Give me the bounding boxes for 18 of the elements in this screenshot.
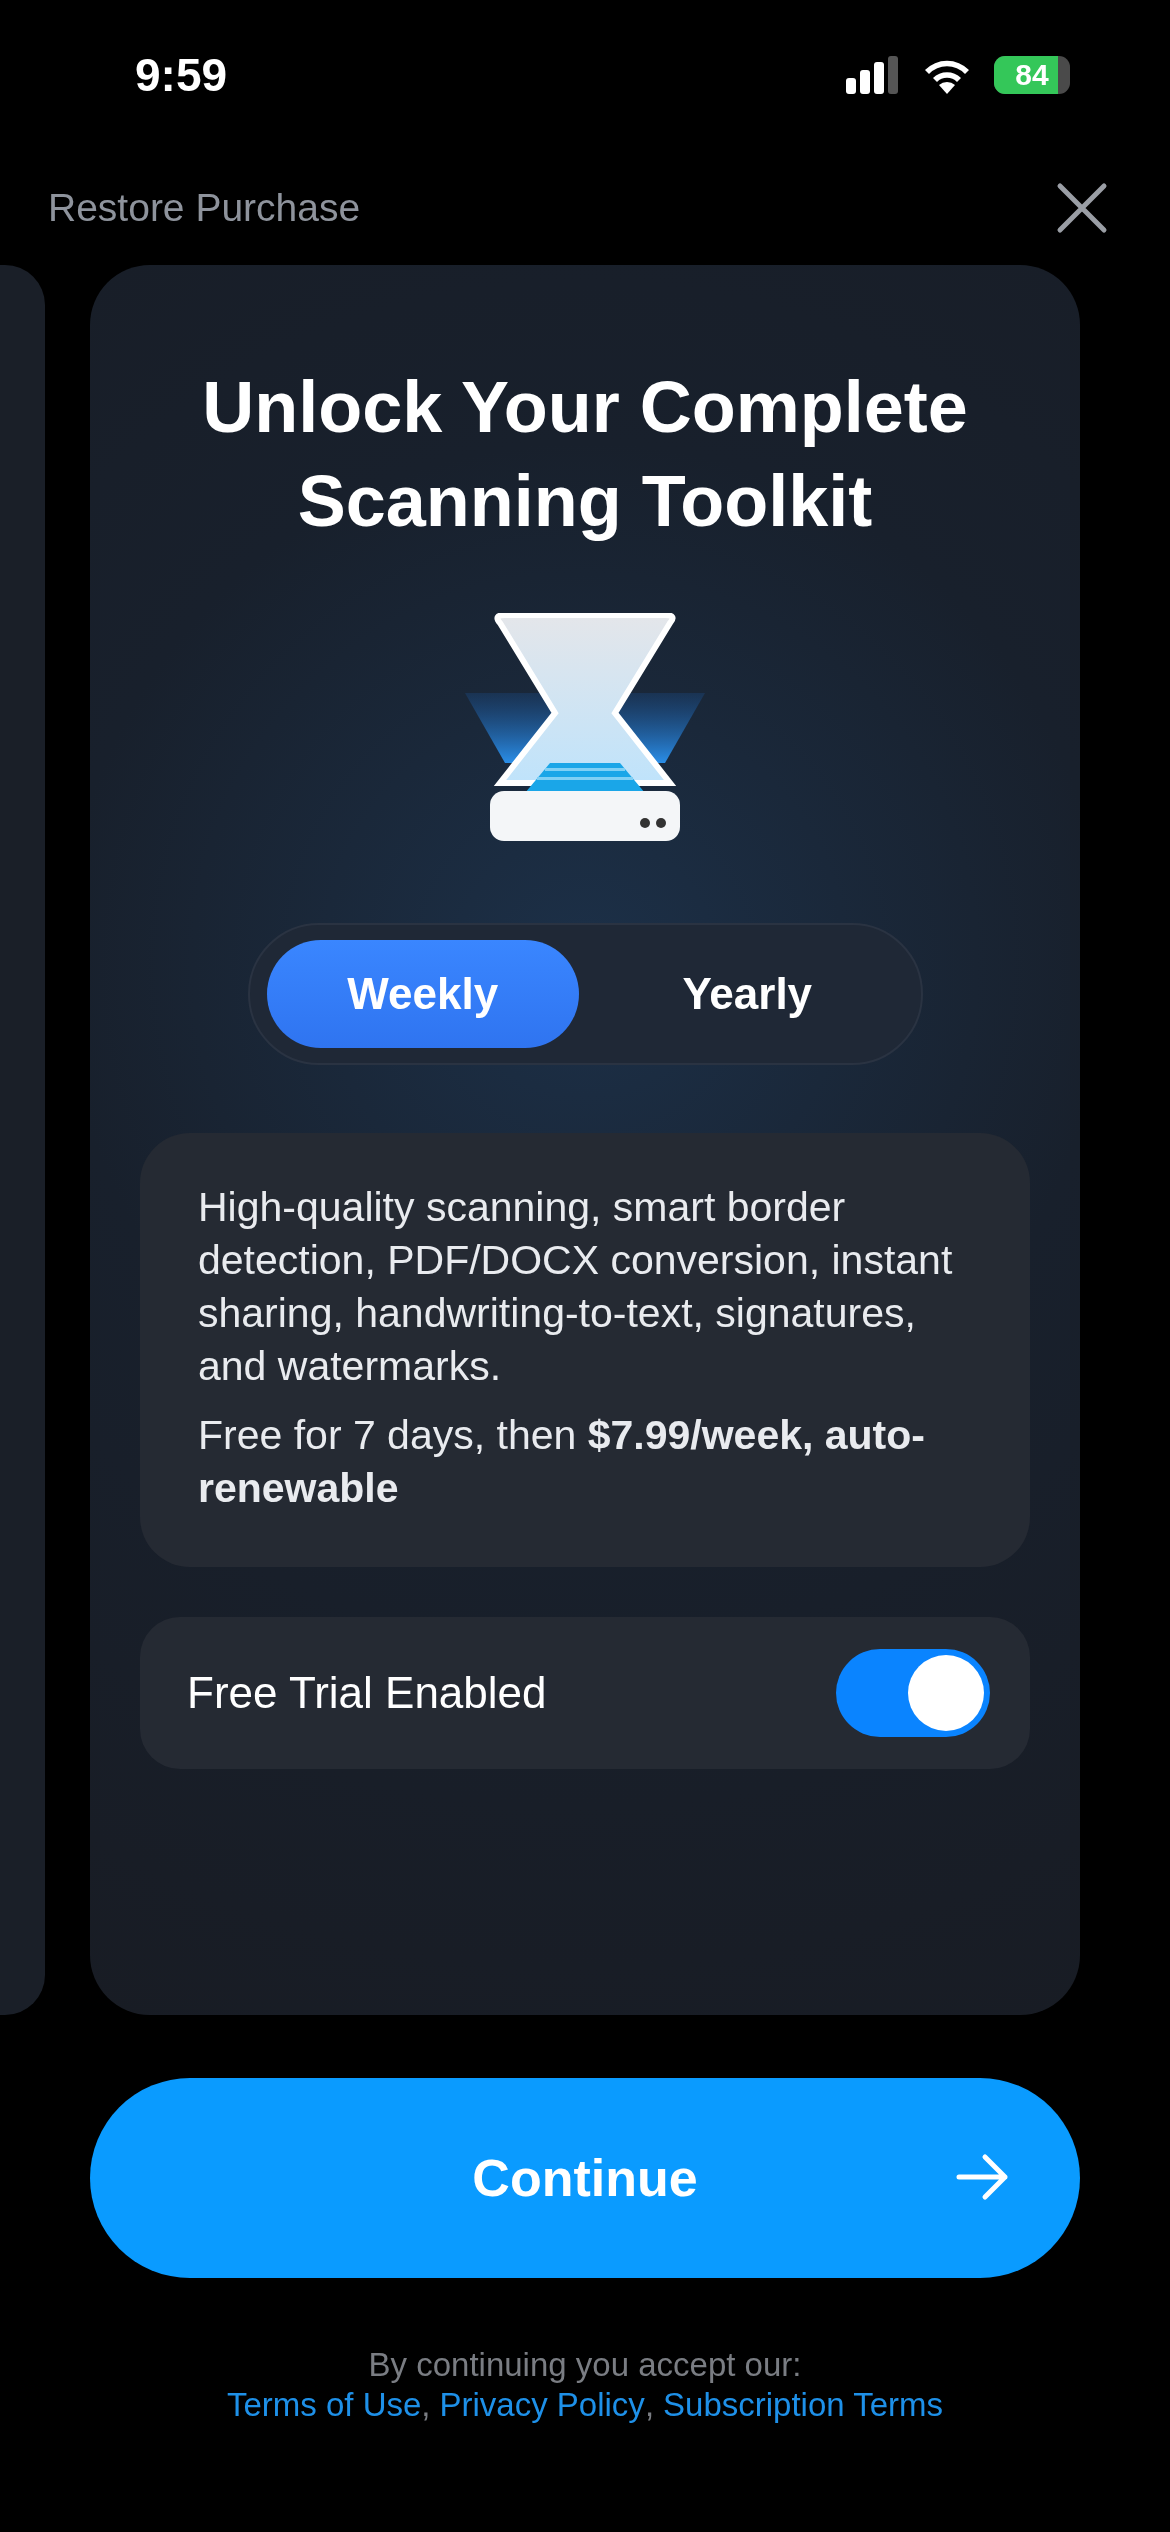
- arrow-icon: [956, 2152, 1010, 2202]
- plan-tab[interactable]: Weekly: [266, 940, 579, 1048]
- legal-link[interactable]: Terms of Use: [226, 2386, 422, 2424]
- trial-label: Free Trial Enabled: [187, 1668, 547, 1718]
- status-time: 9:59: [135, 48, 228, 102]
- scanner-icon: [465, 613, 705, 843]
- separator-text: ,: [644, 2386, 655, 2424]
- restore-purchase-link[interactable]: Restore Purchase: [48, 185, 361, 230]
- signal-icon: [846, 56, 900, 94]
- plan-tab[interactable]: Yearly: [591, 940, 904, 1048]
- paywall-title: Unlock Your Complete Scanning Toolkit: [201, 366, 969, 543]
- description-text: High-quality scanning, smart border detection, PDF/DOCX conversion, instant sharing, handwriting-to-text, signatures, and watermarks.: [198, 1183, 954, 1391]
- separator-text: ,: [421, 2386, 431, 2424]
- consent-text: By continuing you accept our:: [368, 2346, 802, 2384]
- legal-link[interactable]: Subscription Terms: [663, 2386, 944, 2424]
- description-text: Free for 7 days, then $7.99/week, auto-renewable: [198, 1411, 926, 1513]
- battery-icon: 84: [994, 56, 1070, 94]
- legal-link[interactable]: Privacy Policy: [439, 2386, 645, 2424]
